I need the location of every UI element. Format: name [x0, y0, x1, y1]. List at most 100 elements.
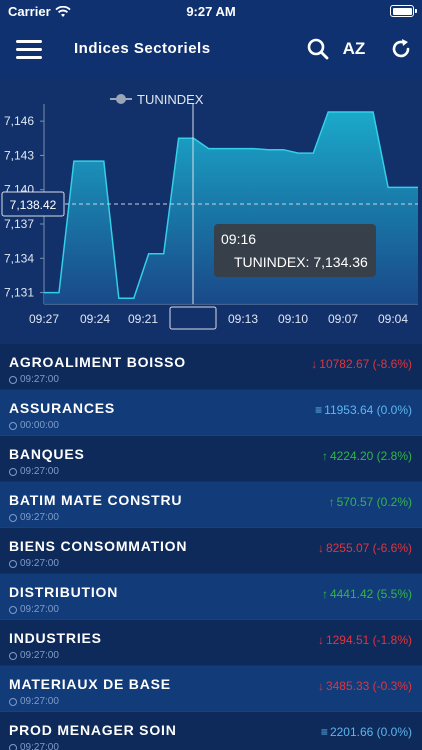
sector-value-label: 2201.66 (0.0%) — [329, 725, 412, 739]
legend-label: TUNINDEX — [137, 92, 204, 107]
x-tick-label: 09:10 — [278, 312, 308, 326]
legend-marker — [116, 94, 126, 104]
page-title: Indices Sectoriels — [74, 40, 211, 57]
sector-value: ↑ 4224.20 (2.8%) — [322, 449, 412, 463]
sector-name: ASSURANCES — [9, 400, 116, 416]
clock-icon — [9, 559, 17, 568]
sector-value-label: 11953.64 (0.0%) — [324, 403, 412, 417]
arrow-up-icon: ↑ — [328, 495, 335, 509]
y-tick-label: 7,143 — [4, 148, 34, 162]
arrow-down-icon: ↓ — [311, 357, 318, 371]
sector-time-label: 09:27:00 — [20, 558, 59, 569]
sector-row[interactable]: BATIM MATE CONSTRU 09:27:00 ↑ 570.57 (0.2%) — [0, 482, 422, 528]
sector-value-label: 8255.07 (-6.6%) — [325, 541, 412, 555]
sector-time: 09:27:00 — [9, 650, 59, 661]
arrow-down-icon: ↓ — [317, 633, 324, 647]
refresh-icon[interactable] — [388, 36, 414, 62]
battery-icon — [390, 5, 417, 17]
sector-value: ↓ 8255.07 (-6.6%) — [318, 541, 412, 555]
sector-value: ↓ 1294.51 (-1.8%) — [318, 633, 412, 647]
y-tick-label: 7,137 — [4, 217, 34, 231]
sector-time: 09:27:00 — [9, 466, 59, 477]
sector-value-label: 570.57 (0.2%) — [336, 495, 412, 509]
sort-az-icon[interactable]: AZ — [341, 36, 367, 62]
y-tick-label: 7,134 — [4, 251, 34, 265]
sector-value: ↑ 4441.42 (5.5%) — [322, 587, 412, 601]
x-tick-label: 09:27 — [29, 312, 59, 326]
clock-icon — [9, 513, 17, 522]
sort-az-label: AZ — [342, 39, 366, 58]
search-icon[interactable] — [305, 36, 331, 62]
sector-name: INDUSTRIES — [9, 630, 102, 646]
chart-tooltip: 09:16 TUNINDEX: 7,134.36 — [214, 224, 376, 277]
arrow-up-icon: ↑ — [321, 587, 328, 601]
y-tick-label: 7,131 — [4, 286, 34, 300]
sector-name: AGROALIMENT BOISSO — [9, 354, 186, 370]
sector-value: ↑ 570.57 (0.2%) — [329, 495, 412, 509]
sector-name: PROD MENAGER SOIN — [9, 722, 177, 738]
sector-value: ↓ 10782.67 (-8.6%) — [311, 357, 412, 371]
x-tick-label: 09:13 — [228, 312, 258, 326]
tooltip-value: TUNINDEX: 7,134.36 — [234, 254, 368, 270]
sector-row[interactable]: MATERIAUX DE BASE 09:27:00 ↓ 3485.33 (-0.3%… — [0, 666, 422, 712]
sector-row[interactable]: ASSURANCES 00:00:00 ≡ 11953.64 (0.0%) — [0, 390, 422, 436]
sector-row[interactable]: PROD MENAGER SOIN 09:27:00 ≡ 2201.66 (0.0%) — [0, 712, 422, 750]
sector-value-label: 1294.51 (-1.8%) — [325, 633, 412, 647]
sector-time: 09:27:00 — [9, 604, 59, 615]
y-tick-label: 7,146 — [4, 114, 34, 128]
sector-value: ≡ 2201.66 (0.0%) — [321, 725, 412, 739]
x-selected-box — [169, 306, 217, 330]
tooltip-time: 09:16 — [221, 231, 256, 247]
sector-value-label: 4441.42 (5.5%) — [329, 587, 412, 601]
crosshair-value: 7,138.42 — [10, 198, 57, 212]
sector-row[interactable]: AGROALIMENT BOISSO 09:27:00 ↓ 10782.67 (-8.… — [0, 344, 422, 390]
sector-row[interactable]: BIENS CONSOMMATION 09:27:00 ↓ 8255.07 (-6.6… — [0, 528, 422, 574]
clock-icon — [9, 605, 17, 614]
sector-time-label: 09:27:00 — [20, 650, 59, 661]
sector-time-label: 09:27:00 — [20, 374, 59, 385]
nav-bar: Indices Sectoriels AZ — [0, 22, 422, 78]
x-tick-label: 09:07 — [328, 312, 358, 326]
sector-time-label: 09:27:00 — [20, 604, 59, 615]
sector-time: 09:27:00 — [9, 742, 59, 750]
x-tick-label: 09:24 — [80, 312, 110, 326]
x-tick-label: 09:04 — [378, 312, 408, 326]
sector-row[interactable]: DISTRIBUTION 09:27:00 ↑ 4441.42 (5.5%) — [0, 574, 422, 620]
chart-canvas[interactable]: 7,1467,1437,1407,1377,1347,13109:27 09:24… — [0, 78, 422, 344]
arrow-up-icon: ↑ — [321, 449, 328, 463]
sector-name: MATERIAUX DE BASE — [9, 676, 171, 692]
equal-icon: ≡ — [315, 403, 323, 417]
sector-name: BIENS CONSOMMATION — [9, 538, 188, 554]
sector-name: BATIM MATE CONSTRU — [9, 492, 183, 508]
sector-value: ≡ 11953.64 (0.0%) — [315, 403, 412, 417]
sector-value-label: 3485.33 (-0.3%) — [325, 679, 412, 693]
clock-icon — [9, 697, 17, 706]
sector-name: BANQUES — [9, 446, 85, 462]
sector-list: AGROALIMENT BOISSO 09:27:00 ↓ 10782.67 (-8.… — [0, 344, 422, 750]
x-tick-label: 09:21 — [128, 312, 158, 326]
clock-icon — [9, 467, 17, 476]
clock-icon — [9, 743, 17, 750]
arrow-down-icon: ↓ — [317, 541, 324, 555]
sector-time-label: 09:27:00 — [20, 696, 59, 707]
sector-name: DISTRIBUTION — [9, 584, 119, 600]
clock-icon — [9, 651, 17, 660]
sector-value: ↓ 3485.33 (-0.3%) — [318, 679, 412, 693]
equal-icon: ≡ — [320, 725, 328, 739]
status-bar: Carrier 9:27 AM — [0, 0, 422, 22]
sector-time-label: 00:00:00 — [20, 420, 59, 431]
sector-row[interactable]: BANQUES 09:27:00 ↑ 4224.20 (2.8%) — [0, 436, 422, 482]
sector-row[interactable]: INDUSTRIES 09:27:00 ↓ 1294.51 (-1.8%) — [0, 620, 422, 666]
menu-icon[interactable] — [16, 40, 42, 60]
sector-time: 09:27:00 — [9, 374, 59, 385]
sector-value-label: 10782.67 (-8.6%) — [319, 357, 412, 371]
clock-icon — [9, 375, 17, 384]
arrow-down-icon: ↓ — [317, 679, 324, 693]
tunindex-chart[interactable]: 7,146 7,143 7,140 7,137 7,134 7,131 09:27 09:24… — [0, 78, 422, 344]
status-time: 9:27 AM — [186, 4, 236, 19]
sector-time-label: 09:27:00 — [20, 466, 59, 477]
sector-time-label: 09:27:00 — [20, 742, 59, 750]
sector-time-label: 09:27:00 — [20, 512, 59, 523]
sector-time: 09:27:00 — [9, 696, 59, 707]
sector-time: 09:27:00 — [9, 558, 59, 569]
